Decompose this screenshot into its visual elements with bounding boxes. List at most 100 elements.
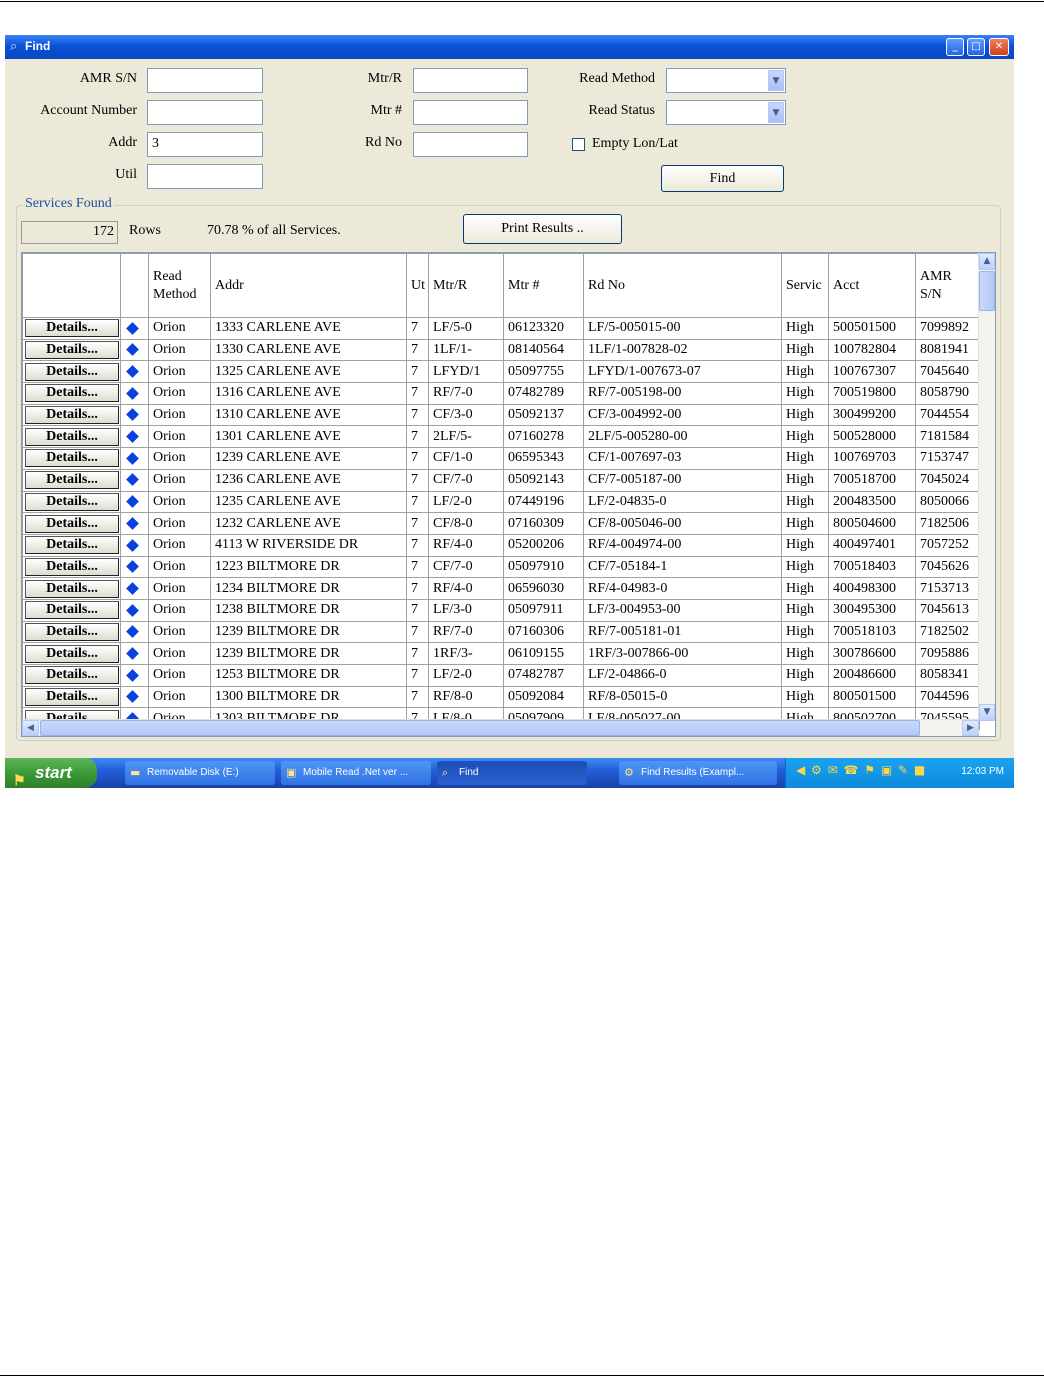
amr-sn-cell[interactable]: 7182506	[915, 512, 980, 535]
acct-cell[interactable]: 300495300	[828, 598, 916, 622]
table-row[interactable]: Details... Orion 1239 BILTMORE DR 7 RF/7-0 07…	[22, 620, 980, 644]
table-row[interactable]: Details... Orion 1325 CARLENE AVE 7 LFYD/1 05…	[22, 360, 980, 384]
chevron-down-icon[interactable]: ▼	[768, 70, 784, 91]
mtr-no-cell[interactable]: 06123320	[503, 317, 584, 340]
acct-cell[interactable]: 100769703	[828, 447, 916, 470]
addr-cell[interactable]: 4113 W RIVERSIDE DR	[210, 533, 407, 557]
read-method-cell[interactable]: Orion	[148, 685, 211, 709]
rd-no-cell[interactable]: CF/1-007697-03	[583, 447, 782, 470]
acct-cell[interactable]: 200486600	[828, 664, 916, 687]
read-method-select[interactable]: ▼	[666, 68, 786, 93]
column-header-acct[interactable]: Acct	[828, 253, 916, 318]
addr-cell[interactable]: 1236 CARLENE AVE	[210, 468, 407, 492]
amr-sn-cell[interactable]: 8058341	[915, 664, 980, 687]
mtr-no-cell[interactable]: 07160309	[503, 512, 584, 535]
rd-no-cell[interactable]: CF/3-004992-00	[583, 403, 782, 427]
details-button[interactable]: Details...	[25, 666, 119, 685]
service-cell[interactable]: High	[781, 620, 829, 644]
ut-cell[interactable]: 7	[406, 533, 429, 557]
taskbar-item-removable-disk[interactable]: ▬ Removable Disk (E:)	[125, 761, 275, 785]
amr-sn-cell[interactable]: 7095886	[915, 642, 980, 665]
service-cell[interactable]: High	[781, 490, 829, 514]
mtr-no-cell[interactable]: 05092143	[503, 468, 584, 492]
ut-cell[interactable]: 7	[406, 447, 429, 470]
acct-cell[interactable]: 700518403	[828, 555, 916, 579]
scroll-left-icon[interactable]: ◀	[22, 720, 39, 736]
rd-no-field[interactable]	[413, 132, 528, 157]
amr-sn-cell[interactable]: 7044554	[915, 403, 980, 427]
mtr-no-cell[interactable]: 05200206	[503, 533, 584, 557]
rd-no-cell[interactable]: RF/7-005181-01	[583, 620, 782, 644]
addr-cell[interactable]: 1325 CARLENE AVE	[210, 360, 407, 384]
service-cell[interactable]: High	[781, 555, 829, 579]
scroll-down-icon[interactable]: ▼	[979, 704, 995, 721]
amr-sn-cell[interactable]: 7045640	[915, 360, 980, 384]
mtr-r-cell[interactable]: RF/4-0	[428, 533, 504, 557]
minimize-button[interactable]: _	[946, 38, 964, 56]
addr-cell[interactable]: 1316 CARLENE AVE	[210, 382, 407, 405]
acct-cell[interactable]: 400498300	[828, 577, 916, 600]
amr-sn-cell[interactable]: 7153747	[915, 447, 980, 470]
acct-cell[interactable]: 300786600	[828, 642, 916, 665]
read-method-cell[interactable]: Orion	[148, 555, 211, 579]
amr-sn-cell[interactable]: 7044596	[915, 685, 980, 709]
taskbar-item-mobile-read[interactable]: ▣ Mobile Read .Net ver ...	[281, 761, 431, 785]
acct-cell[interactable]: 100782804	[828, 338, 916, 362]
scroll-right-icon[interactable]: ▶	[962, 720, 979, 736]
ut-cell[interactable]: 7	[406, 403, 429, 427]
rd-no-cell[interactable]: RF/8-05015-0	[583, 685, 782, 709]
mtr-r-cell[interactable]: LF/3-0	[428, 598, 504, 622]
service-cell[interactable]: High	[781, 512, 829, 535]
table-row[interactable]: Details... Orion 1239 CARLENE AVE 7 CF/1-0 06…	[22, 447, 980, 470]
acct-cell[interactable]: 700519800	[828, 382, 916, 405]
table-row[interactable]: Details... Orion 1253 BILTMORE DR 7 LF/2-0 07…	[22, 664, 980, 687]
scroll-up-icon[interactable]: ▲	[979, 253, 995, 270]
mtr-r-cell[interactable]: LF/2-0	[428, 490, 504, 514]
service-cell[interactable]: High	[781, 403, 829, 427]
mtr-no-cell[interactable]: 07449196	[503, 490, 584, 514]
ut-cell[interactable]: 7	[406, 360, 429, 384]
details-button[interactable]: Details...	[25, 471, 119, 490]
details-button[interactable]: Details...	[25, 644, 119, 663]
mtr-r-cell[interactable]: CF/7-0	[428, 555, 504, 579]
acct-cell[interactable]: 700518103	[828, 620, 916, 644]
addr-cell[interactable]: 1234 BILTMORE DR	[210, 577, 407, 600]
table-row[interactable]: Details... Orion 1223 BILTMORE DR 7 CF/7-0 05…	[22, 555, 980, 579]
ut-cell[interactable]: 7	[406, 598, 429, 622]
mtr-no-cell[interactable]: 06595343	[503, 447, 584, 470]
ut-cell[interactable]: 7	[406, 382, 429, 405]
mtr-r-cell[interactable]: CF/8-0	[428, 512, 504, 535]
vertical-scrollbar[interactable]: ▲ ▼	[978, 253, 995, 721]
mtr-r-cell[interactable]: RF/8-0	[428, 685, 504, 709]
acct-cell[interactable]: 500501500	[828, 317, 916, 340]
print-results-button[interactable]: Print Results ..	[463, 214, 622, 244]
service-cell[interactable]: High	[781, 447, 829, 470]
read-method-cell[interactable]: Orion	[148, 512, 211, 535]
service-cell[interactable]: High	[781, 598, 829, 622]
column-header-mtr-no[interactable]: Mtr #	[503, 253, 584, 318]
table-row[interactable]: Details... Orion 1236 CARLENE AVE 7 CF/7-0 05…	[22, 468, 980, 492]
column-header-ut[interactable]: Ut	[406, 253, 429, 318]
ut-cell[interactable]: 7	[406, 338, 429, 362]
addr-cell[interactable]: 1223 BILTMORE DR	[210, 555, 407, 579]
table-row[interactable]: Details... Orion 1333 CARLENE AVE 7 LF/5-0 06…	[22, 317, 980, 340]
mtr-no-cell[interactable]: 07160278	[503, 425, 584, 449]
acct-cell[interactable]: 200483500	[828, 490, 916, 514]
read-method-cell[interactable]: Orion	[148, 338, 211, 362]
start-button[interactable]: ⚑ start	[5, 758, 97, 788]
rd-no-cell[interactable]: RF/7-005198-00	[583, 382, 782, 405]
mtr-no-cell[interactable]: 05092137	[503, 403, 584, 427]
read-method-cell[interactable]: Orion	[148, 642, 211, 665]
details-button[interactable]: Details...	[25, 384, 119, 403]
addr-field[interactable]: 3	[147, 132, 263, 157]
service-cell[interactable]: High	[781, 338, 829, 362]
column-header-read-method[interactable]: Read Method	[148, 253, 211, 318]
mtr-no-cell[interactable]: 05097755	[503, 360, 584, 384]
acct-cell[interactable]: 700518700	[828, 468, 916, 492]
table-row[interactable]: Details... Orion 1232 CARLENE AVE 7 CF/8-0 07…	[22, 512, 980, 535]
amr-sn-cell[interactable]: 7057252	[915, 533, 980, 557]
ut-cell[interactable]: 7	[406, 664, 429, 687]
table-row[interactable]: Details... Orion 1234 BILTMORE DR 7 RF/4-0 06…	[22, 577, 980, 600]
rd-no-cell[interactable]: LF/2-04866-0	[583, 664, 782, 687]
empty-lonlat-checkbox[interactable]	[572, 138, 585, 151]
